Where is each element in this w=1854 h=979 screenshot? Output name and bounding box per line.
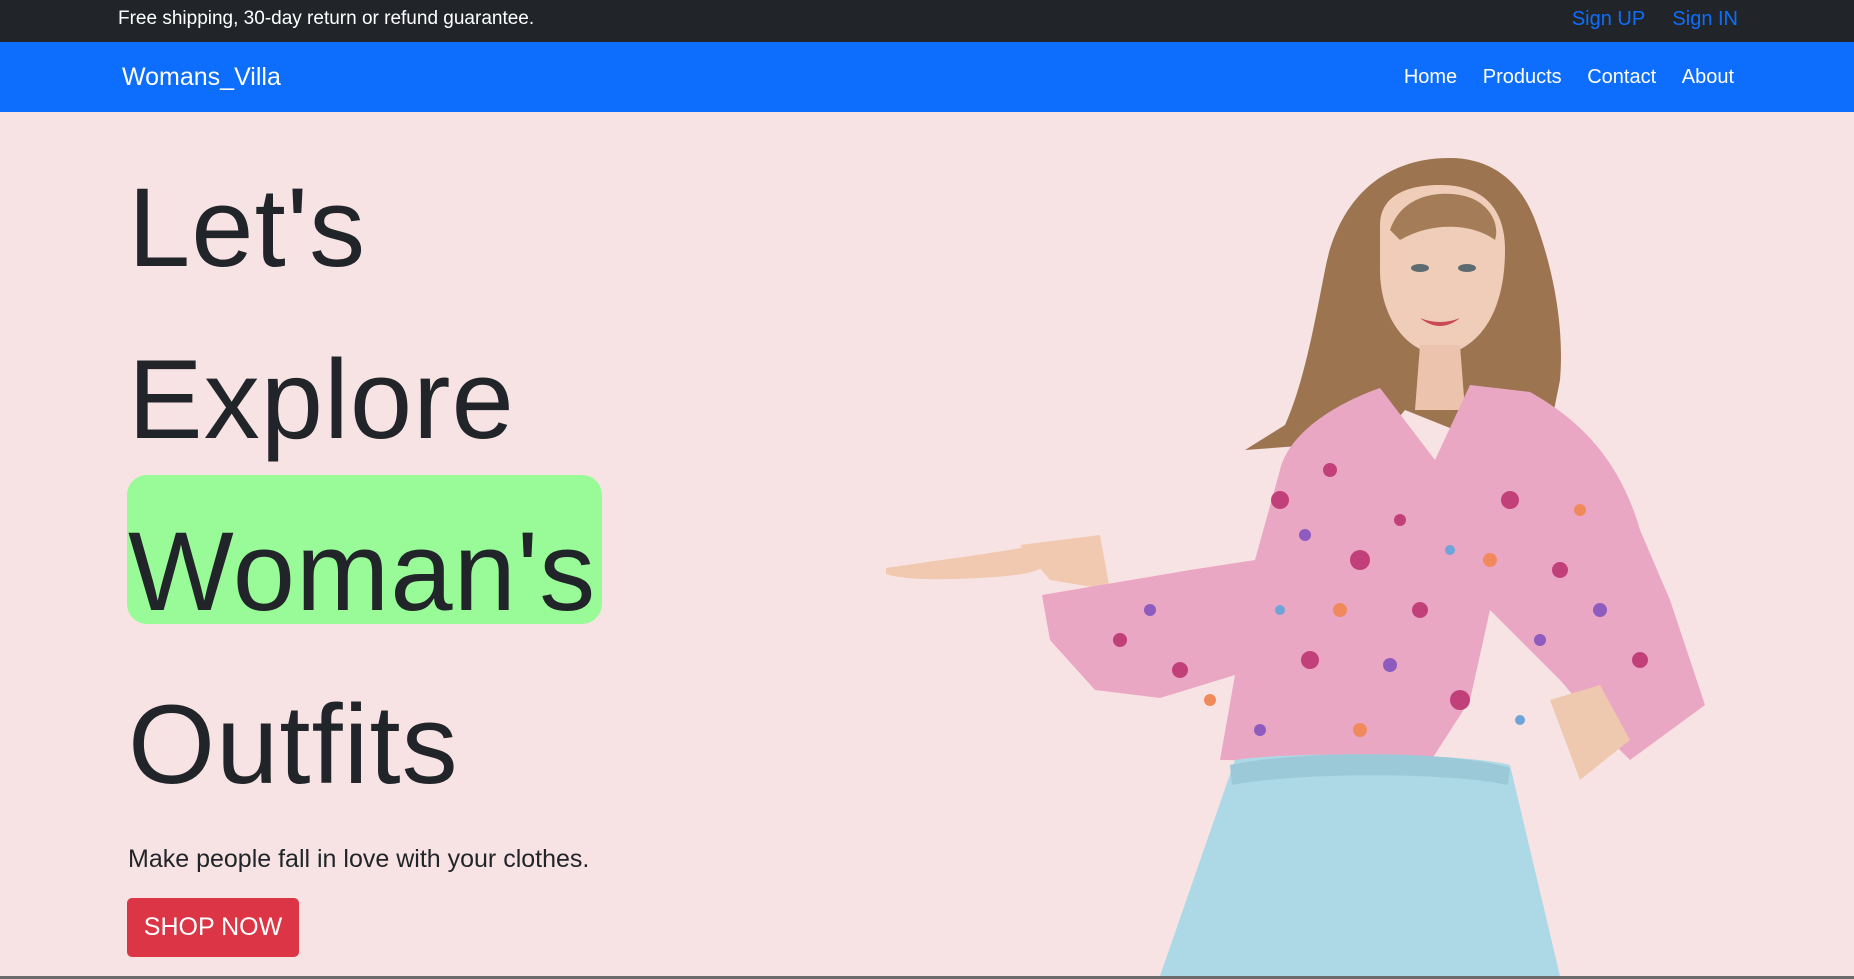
shipping-notice: Free shipping, 30-day return or refund g… bbox=[118, 8, 535, 29]
nav-link-products[interactable]: Products bbox=[1483, 66, 1562, 88]
sign-in-link[interactable]: Sign IN bbox=[1672, 8, 1738, 30]
nav-links: Home Products Contact About bbox=[1384, 42, 1734, 112]
announcement-bar: Free shipping, 30-day return or refund g… bbox=[0, 0, 1854, 42]
nav-link-contact[interactable]: Contact bbox=[1587, 66, 1656, 88]
main-navbar: Womans_Villa Home Products Contact About bbox=[0, 42, 1854, 112]
shop-now-button[interactable]: SHOP NOW bbox=[127, 898, 299, 957]
model-image bbox=[886, 158, 1705, 976]
sign-up-link[interactable]: Sign UP bbox=[1572, 8, 1645, 30]
headline-line-3: Woman's bbox=[128, 509, 597, 634]
headline-line-1: Let's bbox=[128, 165, 367, 290]
headline-line-4: Outfits bbox=[128, 682, 459, 807]
hero-tagline: Make people fall in love with your cloth… bbox=[128, 845, 590, 873]
auth-links: Sign UP Sign IN bbox=[1550, 0, 1738, 38]
nav-link-about[interactable]: About bbox=[1682, 66, 1734, 88]
nav-link-home[interactable]: Home bbox=[1404, 66, 1457, 88]
brand-logo[interactable]: Womans_Villa bbox=[122, 42, 281, 112]
headline-line-2: Explore bbox=[128, 337, 515, 462]
